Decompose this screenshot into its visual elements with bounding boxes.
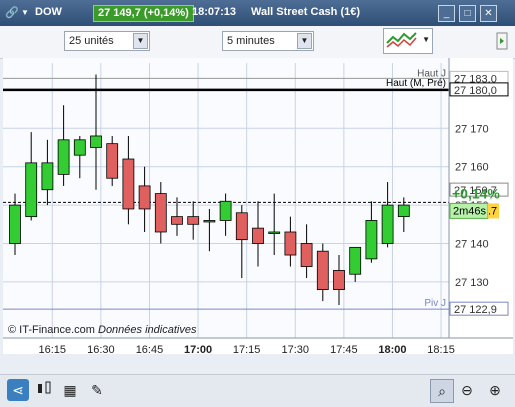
haut-m-value: 27 180,0 <box>454 85 497 97</box>
candle-body <box>316 250 329 290</box>
candle-body <box>122 158 135 210</box>
candle-body <box>25 162 38 218</box>
countdown-label: 2m46s <box>453 205 487 217</box>
watermark: © IT-Finance.com <box>8 324 95 336</box>
y-tick-label: 27 140 <box>455 239 489 251</box>
watermark-note: Données indicatives <box>98 324 197 336</box>
candle-body <box>365 220 378 260</box>
bas-j-label: Piv J <box>424 298 446 309</box>
candle-body <box>9 204 21 244</box>
minimize-icon[interactable]: _ <box>438 5 455 22</box>
countdown-suffix: .7 <box>488 205 497 217</box>
share-icon[interactable]: ⋖ <box>7 379 29 401</box>
haut-m-label: Haut (M, Pré) <box>386 78 446 89</box>
units-select-value: 25 unités <box>69 35 114 47</box>
chevron-down-icon[interactable]: ▼ <box>133 33 148 49</box>
candle-body <box>171 216 183 225</box>
candle-body <box>106 143 119 179</box>
indicators-button[interactable]: ▼ <box>383 28 433 54</box>
candle-body <box>381 204 394 244</box>
price-chart[interactable]: 27 13027 14027 15027 16027 17016:1516:30… <box>3 58 513 358</box>
candle-body <box>41 162 54 191</box>
x-tick-label: 16:30 <box>87 344 115 354</box>
change-label: +0,14% <box>452 185 500 201</box>
chart-toolbar: 25 unités ▼ 5 minutes ▼ ▼ <box>0 26 515 59</box>
y-tick-label: 27 130 <box>455 277 489 289</box>
y-tick-label: 27 170 <box>455 123 489 135</box>
candle-body <box>349 246 362 275</box>
grid-icon[interactable]: ▦ <box>59 379 81 401</box>
candle-body <box>73 139 86 156</box>
interval-select-value: 5 minutes <box>227 35 275 47</box>
candle-body <box>90 135 102 148</box>
close-icon[interactable]: ✕ <box>480 5 497 22</box>
x-tick-label: 18:00 <box>378 344 406 354</box>
units-select[interactable]: 25 unités ▼ <box>64 31 150 51</box>
interval-select[interactable]: 5 minutes ▼ <box>222 31 314 51</box>
candle-body <box>219 200 232 221</box>
clock-time: 18:07:13 <box>192 6 237 18</box>
candles-icon[interactable] <box>33 379 55 401</box>
zoom-in-icon[interactable]: ⊕ <box>484 379 506 401</box>
candle-body <box>397 204 410 218</box>
candle-body <box>268 231 281 234</box>
title-bar: 🔗 ▼ DOW 27 149,7 (+0,14%) 18:07:13 Wall … <box>0 0 515 26</box>
chart-canvas: 27 13027 14027 15027 16027 17016:1516:30… <box>3 58 513 358</box>
maximize-icon[interactable]: □ <box>459 5 476 22</box>
instrument-name: Wall Street Cash (1€) <box>251 6 361 18</box>
x-tick-label: 17:45 <box>330 344 358 354</box>
candle-body <box>138 185 151 210</box>
chevron-down-icon[interactable]: ▼ <box>21 8 29 17</box>
candle-body <box>235 212 248 241</box>
y-tick-label: 27 160 <box>455 162 489 174</box>
x-tick-label: 16:45 <box>136 344 164 354</box>
instrument-code[interactable]: DOW <box>35 6 62 18</box>
zoom-out-icon[interactable]: ⊖ <box>456 379 478 401</box>
candle-body <box>154 193 167 233</box>
zoom-fit-icon[interactable]: ⌕ <box>430 379 454 403</box>
chevron-down-icon[interactable]: ▼ <box>422 35 430 44</box>
candle-body <box>187 216 200 225</box>
link-icon[interactable]: 🔗 <box>5 6 19 19</box>
draw-icon[interactable]: ✎ <box>86 379 108 401</box>
x-tick-label: 17:30 <box>281 344 309 354</box>
bas-j-value: 27 122,9 <box>454 304 497 316</box>
sidebar-toggle-icon[interactable] <box>494 31 512 51</box>
candle-body <box>284 231 297 256</box>
indicators-icon <box>386 32 417 48</box>
price-badge: 27 149,7 (+0,14%) <box>93 5 194 22</box>
x-tick-label: 18:15 <box>427 344 455 354</box>
candle-body <box>57 139 70 175</box>
candle-body <box>300 243 313 267</box>
candle-body <box>203 220 216 223</box>
bottom-toolbar: ⋖ ▦ ✎ ⌕ ⊖ ⊕ <box>0 374 515 407</box>
candle-body <box>333 269 345 290</box>
chevron-down-icon[interactable]: ▼ <box>297 33 312 49</box>
x-tick-label: 16:15 <box>38 344 66 354</box>
x-tick-label: 17:00 <box>184 344 212 354</box>
x-tick-label: 17:15 <box>233 344 261 354</box>
candle-body <box>252 227 264 244</box>
